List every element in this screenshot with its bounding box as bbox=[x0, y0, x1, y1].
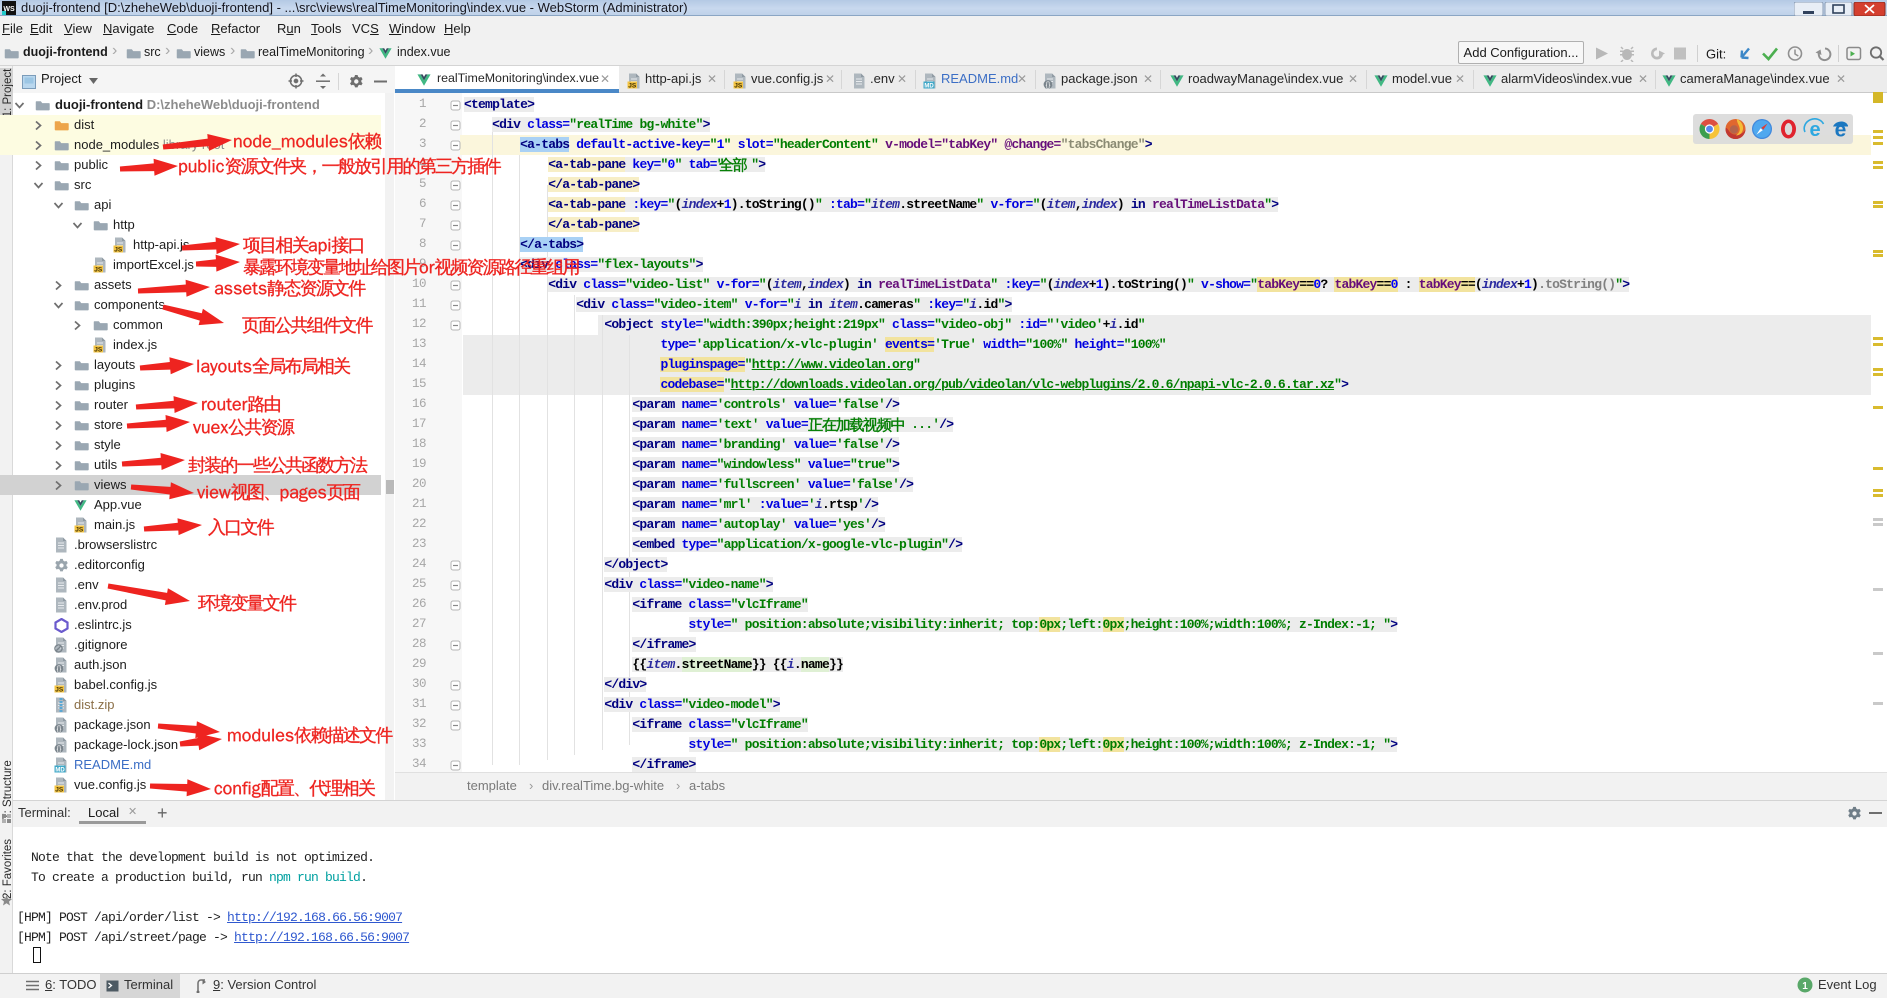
svg-text:MD: MD bbox=[55, 767, 65, 773]
svg-text:JS: JS bbox=[75, 527, 84, 533]
svg-text:{}: {} bbox=[57, 666, 62, 673]
svg-text:JS: JS bbox=[94, 347, 103, 353]
svg-text:JS: JS bbox=[628, 83, 637, 89]
svg-text:{}: {} bbox=[57, 726, 62, 733]
svg-text:Git:: Git: bbox=[1706, 47, 1726, 62]
svg-text:e: e bbox=[1809, 119, 1820, 141]
svg-text:{}: {} bbox=[57, 746, 62, 753]
svg-text:JS: JS bbox=[94, 267, 103, 273]
svg-text:{}: {} bbox=[1046, 82, 1051, 89]
svg-text:WS: WS bbox=[3, 6, 15, 13]
svg-text:JS: JS bbox=[734, 83, 743, 89]
svg-text:MD: MD bbox=[924, 83, 934, 89]
svg-text:1: 1 bbox=[1802, 981, 1808, 992]
svg-text:JS: JS bbox=[55, 687, 64, 693]
svg-text:JS: JS bbox=[55, 787, 64, 793]
svg-text:JS: JS bbox=[114, 247, 123, 253]
